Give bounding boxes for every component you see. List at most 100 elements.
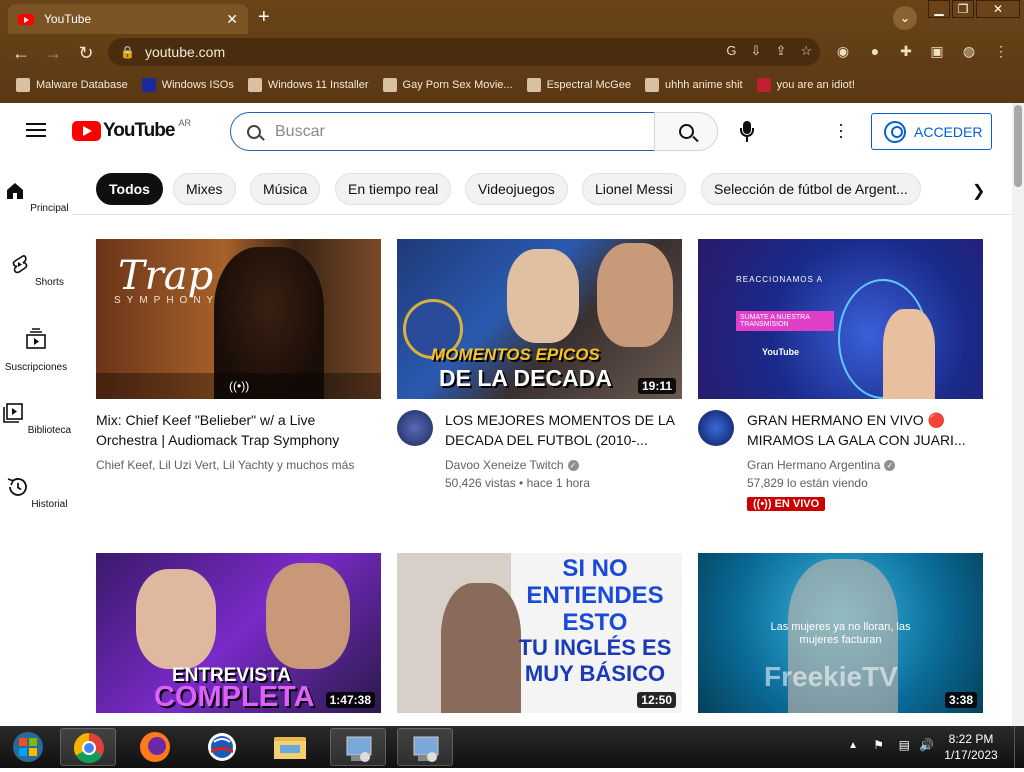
bookmark-label: Windows 11 Installer — [267, 79, 369, 91]
url-text: youtube.com — [144, 44, 226, 60]
chip-en-tiempo-real[interactable]: En tiempo real — [335, 173, 452, 205]
youtube-logo[interactable]: YouTube AR — [72, 118, 191, 142]
bookmark-item[interactable]: Gay Porn Sex Movie... — [382, 78, 513, 92]
history-icon — [7, 478, 27, 496]
bookmark-item[interactable]: Espectral McGee — [526, 78, 631, 92]
taskbar-installer-2[interactable] — [397, 728, 453, 766]
teacher-figure — [441, 583, 521, 713]
country-code: AR — [178, 118, 191, 128]
minimize-button[interactable]: ▁ — [928, 0, 950, 18]
video-thumbnail[interactable]: MOMENTOS EPICOS DE LA DECADA 19:11 — [397, 239, 682, 399]
video-thumbnail[interactable]: ENTREVISTA COMPLETA 1:47:38 — [96, 553, 381, 713]
sidebar-item-principal[interactable]: Principal — [0, 179, 72, 214]
sidebar-item-biblioteca[interactable]: Biblioteca — [0, 401, 72, 436]
taskbar-file-explorer[interactable] — [262, 728, 318, 766]
profile-icon[interactable]: ◍ — [958, 40, 980, 62]
chip-todos[interactable]: Todos — [96, 173, 163, 205]
extensions-puzzle-icon[interactable]: ✚ — [895, 40, 917, 62]
video-thumbnail[interactable]: REACCIONAMOS A SUMATE A NUESTRA TRANSMIS… — [698, 239, 983, 399]
youtube-mini-logo: YouTube — [762, 347, 800, 357]
home-icon — [7, 183, 24, 199]
bookmark-label: Gay Porn Sex Movie... — [402, 79, 513, 91]
start-button[interactable] — [2, 728, 58, 766]
taskbar-firefox[interactable] — [127, 728, 183, 766]
thumbnail-title: MOMENTOS EPICOS — [431, 345, 600, 364]
network-icon[interactable]: ▤ — [899, 738, 910, 752]
channel-avatar[interactable] — [698, 410, 734, 446]
share-icon[interactable]: ⇪ — [775, 43, 786, 59]
video-stats: 50,426 vistas • hace 1 hora — [445, 476, 590, 490]
settings-more-icon[interactable]: · · · — [838, 115, 844, 145]
bookmark-item[interactable]: Windows ISOs — [141, 78, 234, 92]
chip-mixes[interactable]: Mixes — [173, 173, 236, 205]
channel-avatar[interactable] — [397, 410, 433, 446]
search-input[interactable]: Buscar — [230, 112, 655, 151]
video-duration: 3:38 — [944, 692, 977, 708]
video-title[interactable]: LOS MEJORES MOMENTOS DE LA DECADA DEL FU… — [445, 410, 675, 452]
back-button[interactable]: ← — [8, 40, 34, 66]
side-panel-icon[interactable]: ▣ — [926, 40, 948, 62]
clock[interactable]: 8:22 PM 1/17/2023 — [940, 731, 1002, 763]
bookmark-item[interactable]: uhhh anime shit — [644, 78, 743, 92]
bookmark-item[interactable]: you are an idiot! — [756, 78, 855, 92]
extension-avatar-icon[interactable]: ● — [864, 40, 886, 62]
bookmark-star-icon[interactable]: ☆ — [800, 43, 812, 59]
bookmark-label: you are an idiot! — [776, 79, 855, 91]
new-tab-button[interactable]: + — [258, 6, 270, 29]
video-channel[interactable]: Chief Keef, Lil Uzi Vert, Lil Yachty y m… — [96, 456, 381, 474]
microphone-icon[interactable] — [736, 121, 758, 143]
maximize-button[interactable]: ❐ — [952, 0, 974, 18]
search-button[interactable] — [654, 112, 718, 151]
taskbar-installer-1[interactable] — [330, 728, 386, 766]
subscriptions-icon — [26, 328, 46, 349]
browser-menu-icon[interactable]: ⋮ — [990, 40, 1012, 62]
clock-date: 1/17/2023 — [944, 748, 998, 762]
bookmark-item[interactable]: Windows 11 Installer — [247, 78, 369, 92]
video-thumbnail[interactable]: Las mujeres ya no lloran, las mujeres fa… — [698, 553, 983, 713]
google-icon[interactable]: G — [726, 43, 736, 59]
hamburger-menu-icon[interactable] — [26, 123, 46, 137]
window-close-button[interactable]: ✕ — [976, 0, 1020, 18]
video-channel[interactable]: Davoo Xeneize Twitch ✓ — [445, 456, 675, 474]
scrollbar-thumb[interactable] — [1014, 105, 1022, 187]
chip-musica[interactable]: Música — [250, 173, 321, 205]
tab-bar: YouTube ✕ + ⌄ ▁ ❐ ✕ — [0, 0, 1024, 34]
video-channel[interactable]: Gran Hermano Argentina ✓ — [747, 456, 977, 474]
chip-videojuegos[interactable]: Videojuegos — [465, 173, 568, 205]
install-icon[interactable]: ⇩ — [751, 43, 762, 59]
video-title[interactable]: GRAN HERMANO EN VIVO 🔴 MIRAMOS LA GALA C… — [747, 410, 972, 452]
show-desktop-button[interactable] — [1014, 726, 1024, 768]
tray-expand-icon[interactable]: ▲ — [848, 740, 858, 751]
forward-button[interactable]: → — [40, 40, 66, 66]
volume-icon[interactable]: 🔊 — [919, 738, 934, 752]
interviewer-face — [136, 569, 216, 669]
address-bar[interactable]: 🔒 youtube.com G ⇩ ⇪ ☆ — [108, 38, 820, 66]
action-center-flag-icon[interactable]: ⚑ — [873, 738, 884, 752]
video-title[interactable]: Mix: Chief Keef "Belieber" w/ a Live Orc… — [96, 410, 376, 452]
sidebar-item-shorts[interactable]: Shorts — [0, 253, 72, 288]
streamer-face — [507, 249, 579, 343]
bookmark-item[interactable]: Malware Database — [16, 78, 128, 92]
taskbar-chrome[interactable] — [60, 728, 116, 766]
browser-tab[interactable]: YouTube ✕ — [8, 4, 248, 34]
live-label: EN VIVO — [774, 498, 820, 510]
argentina-flag-icon[interactable]: ◉ — [832, 40, 854, 62]
page-scrollbar[interactable] — [1012, 103, 1024, 726]
sign-in-button[interactable]: ACCEDER — [871, 113, 992, 150]
chevron-right-icon[interactable]: ❯ — [972, 181, 985, 201]
sign-in-label: ACCEDER — [914, 123, 983, 140]
taskbar-app[interactable] — [194, 728, 250, 766]
sidebar-item-label: Biblioteca — [27, 425, 72, 436]
shorts-icon — [12, 255, 28, 274]
video-thumbnail[interactable]: Trap SYMPHONY ((•)) — [96, 239, 381, 399]
video-thumbnail[interactable]: SI NO ENTIENDES ESTO TU INGLÉS ES MUY BÁ… — [397, 553, 682, 713]
chip-seleccion-argentina[interactable]: Selección de fútbol de Argent... — [701, 173, 921, 205]
sidebar-item-historial[interactable]: Historial — [0, 475, 72, 510]
chip-lionel-messi[interactable]: Lionel Messi — [582, 173, 686, 205]
sidebar-item-suscripciones[interactable]: Suscripciones — [0, 327, 72, 373]
tab-search-button[interactable]: ⌄ — [893, 6, 917, 30]
reload-button[interactable]: ↻ — [73, 40, 99, 66]
library-icon — [3, 403, 23, 423]
bookmark-favicon-icon — [382, 78, 397, 92]
tab-close-icon[interactable]: ✕ — [226, 11, 238, 28]
